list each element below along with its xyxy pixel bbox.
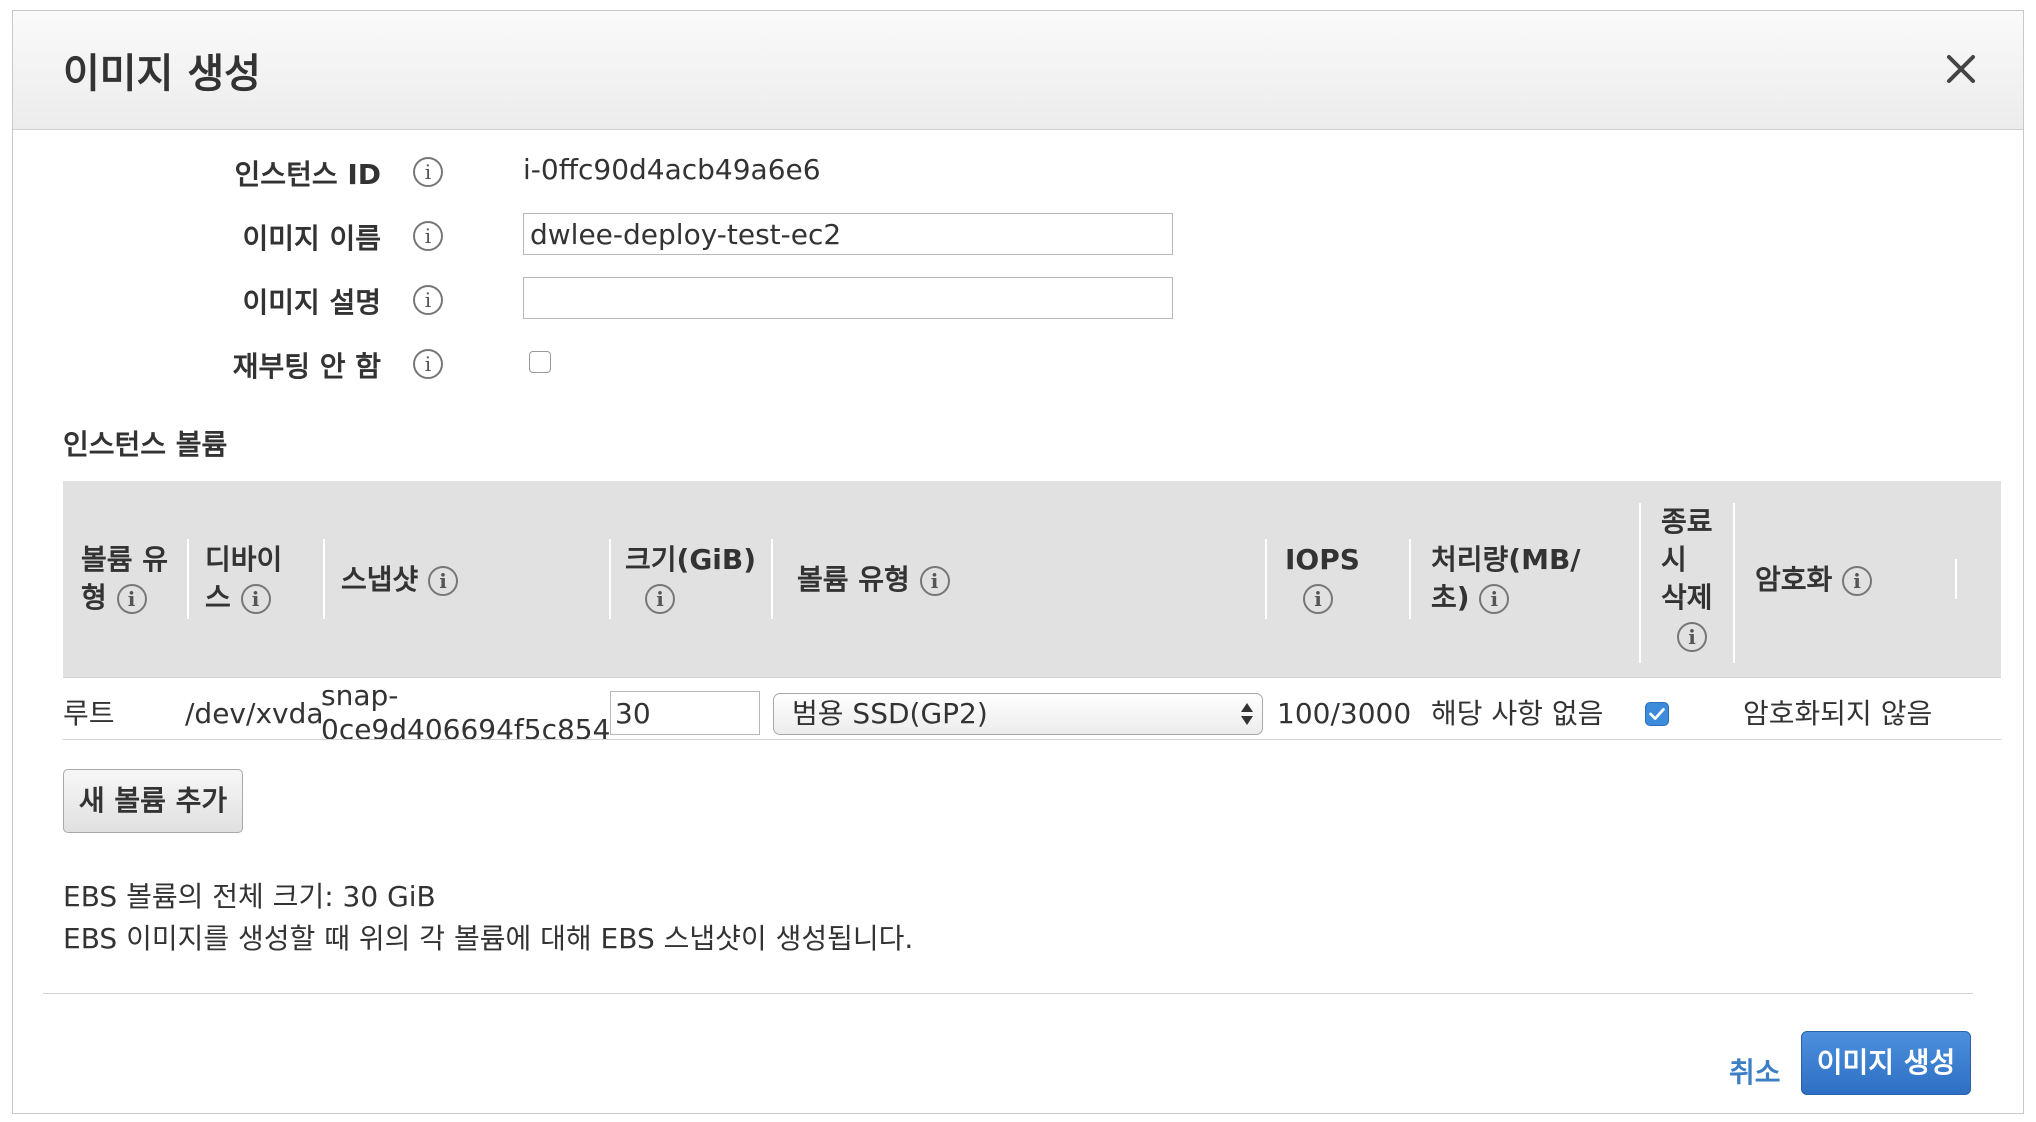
header-delete-on-termination: 종료 시 삭제 i bbox=[1661, 503, 1713, 655]
instance-id-label: 인스턴스 ID bbox=[234, 158, 381, 191]
header-size: 크기(GiB) i bbox=[625, 541, 756, 617]
header-separator bbox=[1733, 503, 1735, 663]
info-icon[interactable]: i bbox=[1479, 584, 1510, 614]
cancel-button[interactable]: 취소 bbox=[1729, 1051, 1781, 1091]
header-throughput-line1: 처리량(MB/ bbox=[1431, 543, 1581, 576]
create-image-modal: 이미지 생성 인스턴스 ID i i-0ffc90d4acb49a6e6 이미지… bbox=[12, 10, 2024, 1114]
no-reboot-label: 재부팅 안 함 bbox=[232, 350, 381, 383]
header-device: 디바이 스 i bbox=[205, 541, 282, 617]
info-icon[interactable]: i bbox=[919, 566, 950, 596]
volume-type-select-value: 범용 SSD(GP2) bbox=[792, 697, 988, 730]
select-arrows-icon bbox=[1241, 703, 1253, 725]
header-delete-line2: 시 bbox=[1661, 543, 1687, 576]
header-separator bbox=[1409, 539, 1411, 619]
header-volume-type-line2: 형 bbox=[81, 581, 107, 614]
image-name-label: 이미지 이름 bbox=[242, 222, 381, 255]
header-device-line1: 디바이 bbox=[205, 543, 283, 576]
info-icon[interactable]: i bbox=[1677, 622, 1707, 652]
info-icon[interactable]: i bbox=[413, 349, 443, 379]
volume-type-select[interactable]: 범용 SSD(GP2) bbox=[773, 693, 1263, 735]
no-reboot-checkbox[interactable] bbox=[529, 351, 551, 373]
total-size-text: EBS 볼륨의 전체 크기: 30 GiB bbox=[63, 880, 436, 913]
cell-volume-type: 루트 bbox=[63, 697, 115, 730]
info-icon[interactable]: i bbox=[413, 157, 443, 187]
header-throughput: 처리량(MB/ 초) i bbox=[1431, 541, 1581, 617]
info-icon[interactable]: i bbox=[1842, 566, 1873, 596]
cell-snapshot: snap- 0ce9d406694f5c854 bbox=[321, 679, 610, 747]
header-snapshot-label: 스냅샷 bbox=[341, 563, 419, 596]
header-encryption-label: 암호화 bbox=[1755, 563, 1833, 596]
cell-iops: 100/3000 bbox=[1277, 697, 1412, 730]
header-separator bbox=[323, 539, 325, 619]
header-volume-type-line1: 볼륨 유 bbox=[81, 543, 169, 576]
cell-snapshot-line2: 0ce9d406694f5c854 bbox=[321, 713, 611, 746]
info-icon[interactable]: i bbox=[428, 566, 459, 596]
header-iops-label: IOPS bbox=[1285, 543, 1360, 576]
info-icon[interactable]: i bbox=[1303, 584, 1333, 614]
info-icon[interactable]: i bbox=[413, 285, 443, 315]
header-separator bbox=[1265, 539, 1267, 619]
header-throughput-line2: 초) bbox=[1431, 581, 1470, 614]
snapshot-note-text: EBS 이미지를 생성할 때 위의 각 볼륨에 대해 EBS 스냅샷이 생성됩니… bbox=[63, 922, 914, 955]
image-description-input[interactable] bbox=[523, 277, 1173, 319]
header-separator bbox=[1639, 503, 1641, 663]
modal-header: 이미지 생성 bbox=[13, 11, 2023, 130]
cell-snapshot-line1: snap- bbox=[321, 679, 399, 712]
header-separator bbox=[1955, 559, 1957, 599]
header-device-line2: 스 bbox=[205, 581, 231, 614]
cell-encryption: 암호화되지 않음 bbox=[1743, 697, 1933, 730]
cell-throughput: 해당 사항 없음 bbox=[1431, 697, 1604, 730]
modal-title: 이미지 생성 bbox=[63, 51, 261, 97]
footer-divider bbox=[43, 993, 1973, 994]
info-icon[interactable]: i bbox=[645, 584, 675, 614]
header-size-line1: 크기(GiB) bbox=[625, 543, 757, 576]
header-delete-line3: 삭제 bbox=[1661, 581, 1713, 614]
header-volume-kind: 볼륨 유형 i bbox=[797, 561, 950, 599]
header-delete-line1: 종료 bbox=[1661, 505, 1713, 538]
info-icon[interactable]: i bbox=[240, 584, 271, 614]
header-encryption: 암호화 i bbox=[1755, 561, 1873, 599]
cell-device: /dev/xvda bbox=[185, 697, 324, 730]
instance-id-value: i-0ffc90d4acb49a6e6 bbox=[523, 153, 821, 186]
image-name-input[interactable] bbox=[523, 213, 1173, 255]
row-divider bbox=[63, 739, 2001, 740]
create-image-button[interactable]: 이미지 생성 bbox=[1801, 1031, 1971, 1095]
instance-volumes-title: 인스턴스 볼륨 bbox=[63, 428, 228, 461]
volumes-table-header: 볼륨 유 형 i 디바이 스 i 스냅샷 i 크기(GiB) i 볼륨 유형 i… bbox=[63, 481, 2001, 677]
row-divider bbox=[63, 677, 2001, 678]
info-icon[interactable]: i bbox=[116, 584, 147, 614]
image-description-label: 이미지 설명 bbox=[242, 286, 381, 319]
add-volume-button[interactable]: 새 볼륨 추가 bbox=[63, 769, 243, 833]
delete-on-termination-checkbox[interactable] bbox=[1645, 702, 1669, 726]
header-separator bbox=[609, 539, 611, 619]
checkmark-icon bbox=[1649, 708, 1665, 720]
volume-size-input[interactable] bbox=[610, 691, 760, 735]
header-separator bbox=[771, 539, 773, 619]
header-volume-kind-label: 볼륨 유형 bbox=[797, 563, 910, 596]
close-button[interactable] bbox=[1939, 47, 1983, 91]
header-snapshot: 스냅샷 i bbox=[341, 561, 459, 599]
header-iops: IOPS i bbox=[1285, 541, 1360, 617]
close-icon[interactable] bbox=[1939, 47, 1983, 91]
info-icon[interactable]: i bbox=[413, 221, 443, 251]
header-separator bbox=[187, 539, 189, 619]
header-volume-type: 볼륨 유 형 i bbox=[81, 541, 168, 617]
